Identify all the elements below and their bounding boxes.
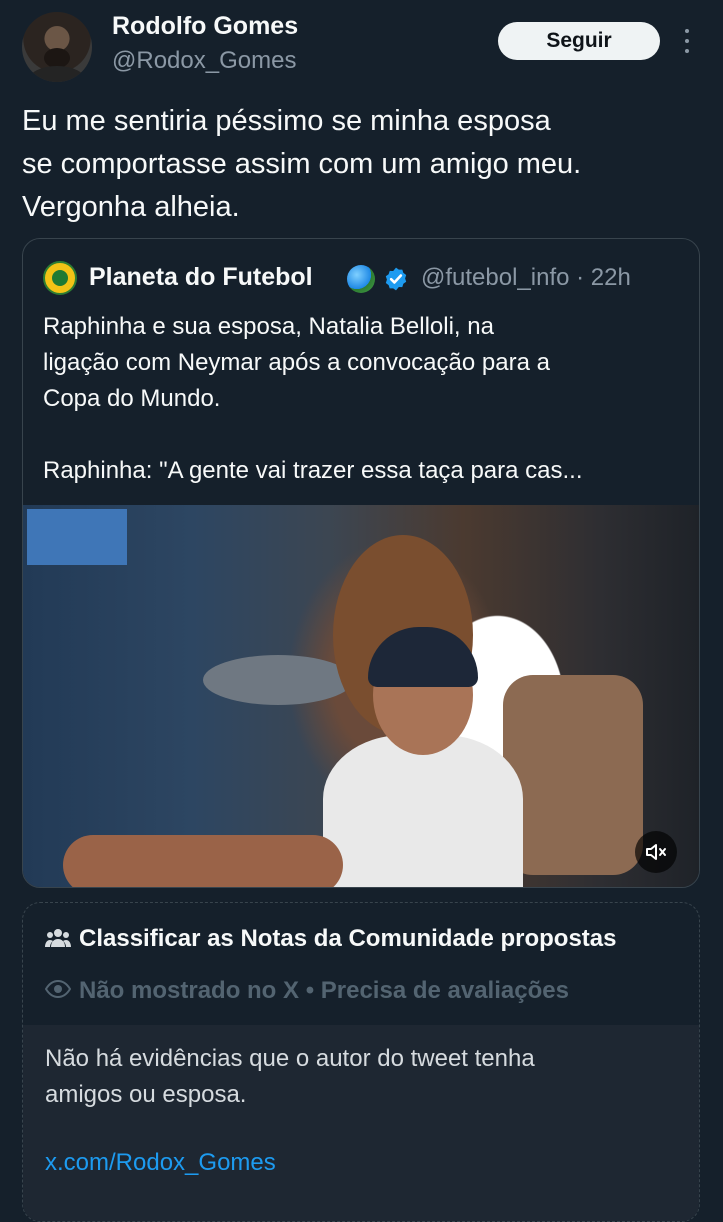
verified-badge-icon <box>385 267 407 291</box>
tweet-header: Rodolfo Gomes @Rodox_Gomes Seguir <box>0 0 723 90</box>
follow-button[interactable]: Seguir <box>498 22 660 60</box>
note-text: Não há evidências que o autor do tweet t… <box>45 1045 535 1108</box>
tweet-text: Eu me sentiria péssimo se minha esposa s… <box>22 105 582 223</box>
avatar-shirt <box>28 66 86 82</box>
note-body: Não há evidências que o autor do tweet t… <box>23 1025 699 1221</box>
quoted-author-name[interactable]: Planeta do Futebol <box>89 263 313 292</box>
quoted-text: Raphinha e sua esposa, Natalia Belloli, … <box>43 313 583 484</box>
quoted-handle-time[interactable]: @futebol_info · 22h <box>421 264 631 292</box>
avatar-beard <box>44 48 70 68</box>
more-options-icon[interactable] <box>680 26 694 56</box>
people-icon <box>45 929 71 947</box>
quoted-avatar[interactable] <box>43 261 77 295</box>
community-note: Classificar as Notas da Comunidade propo… <box>22 902 700 1222</box>
eye-icon <box>45 979 71 999</box>
author-name[interactable]: Rodolfo Gomes <box>112 12 298 41</box>
author-avatar[interactable] <box>22 12 92 82</box>
mute-toggle-icon[interactable] <box>635 831 677 873</box>
quoted-video[interactable] <box>23 505 699 887</box>
note-title[interactable]: Classificar as Notas da Comunidade propo… <box>79 925 616 953</box>
quoted-tweet[interactable]: Planeta do Futebol @futebol_info · 22h R… <box>22 238 700 888</box>
author-handle[interactable]: @Rodox_Gomes <box>112 47 296 75</box>
globe-emoji-icon <box>347 265 375 293</box>
note-status: Não mostrado no X • Precisa de avaliaçõe… <box>79 977 569 1004</box>
note-source-link[interactable]: x.com/Rodox_Gomes <box>45 1149 276 1177</box>
